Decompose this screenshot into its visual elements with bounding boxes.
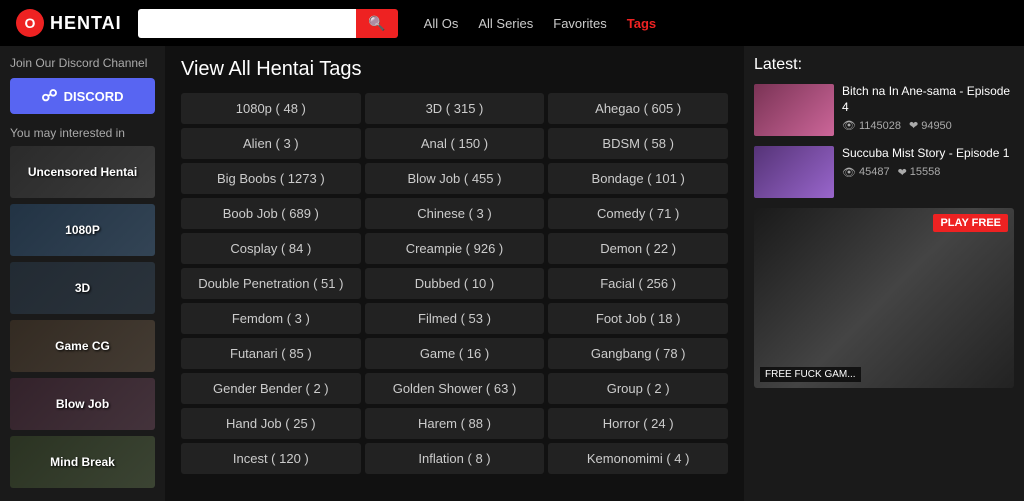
tag-item[interactable]: Group ( 2 ) <box>548 373 728 404</box>
tag-item[interactable]: Bondage ( 101 ) <box>548 163 728 194</box>
sidebar-item-blowjob[interactable]: Blow Job <box>10 378 155 430</box>
interested-title: You may interested in <box>10 126 155 140</box>
tag-item[interactable]: Gangbang ( 78 ) <box>548 338 728 369</box>
sidebar-item-label: Blow Job <box>56 397 109 411</box>
search-input[interactable] <box>138 9 357 38</box>
page-title: View All Hentai Tags <box>181 58 728 81</box>
tag-item[interactable]: Blow Job ( 455 ) <box>365 163 545 194</box>
tag-item[interactable]: Chinese ( 3 ) <box>365 198 545 229</box>
main-content: View All Hentai Tags 1080p ( 48 )3D ( 31… <box>165 46 744 501</box>
latest-info-1: Bitch na In Ane-sama - Episode 4 👁 11450… <box>842 84 1014 136</box>
likes-stat-2: ❤ 15558 <box>898 166 941 179</box>
tag-item[interactable]: Hand Job ( 25 ) <box>181 408 361 439</box>
likes-stat-1: ❤ 94950 <box>909 119 952 132</box>
tag-item[interactable]: Futanari ( 85 ) <box>181 338 361 369</box>
tag-item[interactable]: Creampie ( 926 ) <box>365 233 545 264</box>
logo-text: HENTAI <box>50 13 122 34</box>
sidebar-item-label: Game CG <box>55 339 110 353</box>
layout: Join Our Discord Channel ☍ DISCORD You m… <box>0 46 1024 501</box>
latest-info-2: Succuba Mist Story - Episode 1 👁 45487 ❤… <box>842 146 1014 198</box>
search-button[interactable]: 🔍 <box>356 9 397 38</box>
nav-tags[interactable]: Tags <box>627 16 656 31</box>
discord-icon: ☍ <box>41 86 57 106</box>
tag-item[interactable]: BDSM ( 58 ) <box>548 128 728 159</box>
tag-item[interactable]: Demon ( 22 ) <box>548 233 728 264</box>
latest-name-1: Bitch na In Ane-sama - Episode 4 <box>842 84 1014 115</box>
latest-thumb-1[interactable] <box>754 84 834 136</box>
tag-item[interactable]: Gender Bender ( 2 ) <box>181 373 361 404</box>
main-nav: All Os All Series Favorites Tags <box>424 16 656 31</box>
sidebar-item-label: Mind Break <box>50 455 115 469</box>
views-stat-1: 👁 1145028 <box>842 119 901 132</box>
sidebar: Join Our Discord Channel ☍ DISCORD You m… <box>0 46 165 501</box>
tag-item[interactable]: Comedy ( 71 ) <box>548 198 728 229</box>
tag-item[interactable]: Inflation ( 8 ) <box>365 443 545 474</box>
tag-item[interactable]: Femdom ( 3 ) <box>181 303 361 334</box>
tag-item[interactable]: Anal ( 150 ) <box>365 128 545 159</box>
sidebar-item-label: Uncensored Hentai <box>28 165 137 179</box>
sidebar-item-1080p[interactable]: 1080P <box>10 204 155 256</box>
tag-item[interactable]: Filmed ( 53 ) <box>365 303 545 334</box>
search-bar: 🔍 <box>138 9 398 38</box>
discord-title: Join Our Discord Channel <box>10 56 155 70</box>
tag-item[interactable]: Alien ( 3 ) <box>181 128 361 159</box>
latest-name-2: Succuba Mist Story - Episode 1 <box>842 146 1014 162</box>
logo: O HENTAI <box>16 9 122 37</box>
tag-item[interactable]: Dubbed ( 10 ) <box>365 268 545 299</box>
tag-item[interactable]: Double Penetration ( 51 ) <box>181 268 361 299</box>
tag-item[interactable]: 3D ( 315 ) <box>365 93 545 124</box>
latest-item-2: Succuba Mist Story - Episode 1 👁 45487 ❤… <box>754 146 1014 198</box>
tags-grid: 1080p ( 48 )3D ( 315 )Ahegao ( 605 ) Alie… <box>181 93 728 474</box>
sidebar-item-uncensored[interactable]: Uncensored Hentai <box>10 146 155 198</box>
tag-item[interactable]: Facial ( 256 ) <box>548 268 728 299</box>
sidebar-item-label: 3D <box>75 281 90 295</box>
play-free-badge: PLAY FREE <box>933 214 1008 232</box>
views-stat-2: 👁 45487 <box>842 166 890 179</box>
tag-item[interactable]: Boob Job ( 689 ) <box>181 198 361 229</box>
sidebar-item-3d[interactable]: 3D <box>10 262 155 314</box>
tag-item[interactable]: Cosplay ( 84 ) <box>181 233 361 264</box>
latest-title: Latest: <box>754 56 1014 74</box>
discord-button[interactable]: ☍ DISCORD <box>10 78 155 114</box>
latest-stats-2: 👁 45487 ❤ 15558 <box>842 166 1014 179</box>
tag-item[interactable]: Golden Shower ( 63 ) <box>365 373 545 404</box>
tag-item[interactable]: Ahegao ( 605 ) <box>548 93 728 124</box>
discord-label: DISCORD <box>64 89 124 104</box>
nav-allseries[interactable]: All Series <box>478 16 533 31</box>
right-panel: Latest: Bitch na In Ane-sama - Episode 4… <box>744 46 1024 501</box>
logo-icon: O <box>16 9 44 37</box>
header: O HENTAI 🔍 All Os All Series Favorites T… <box>0 0 1024 46</box>
free-fuck-label: FREE FUCK GAM... <box>760 367 861 382</box>
tag-item[interactable]: Harem ( 88 ) <box>365 408 545 439</box>
latest-item-1: Bitch na In Ane-sama - Episode 4 👁 11450… <box>754 84 1014 136</box>
tag-item[interactable]: Kemonomimi ( 4 ) <box>548 443 728 474</box>
sidebar-item-mindbreak[interactable]: Mind Break <box>10 436 155 488</box>
tag-item[interactable]: Game ( 16 ) <box>365 338 545 369</box>
tag-item[interactable]: Horror ( 24 ) <box>548 408 728 439</box>
latest-thumb-2[interactable] <box>754 146 834 198</box>
nav-allos[interactable]: All Os <box>424 16 459 31</box>
tag-item[interactable]: 1080p ( 48 ) <box>181 93 361 124</box>
nav-favorites[interactable]: Favorites <box>553 16 606 31</box>
promo-banner[interactable]: PLAY FREE FREE FUCK GAM... <box>754 208 1014 388</box>
latest-stats-1: 👁 1145028 ❤ 94950 <box>842 119 1014 132</box>
tag-item[interactable]: Foot Job ( 18 ) <box>548 303 728 334</box>
sidebar-item-gamecg[interactable]: Game CG <box>10 320 155 372</box>
tag-item[interactable]: Incest ( 120 ) <box>181 443 361 474</box>
sidebar-item-label: 1080P <box>65 223 100 237</box>
tag-item[interactable]: Big Boobs ( 1273 ) <box>181 163 361 194</box>
